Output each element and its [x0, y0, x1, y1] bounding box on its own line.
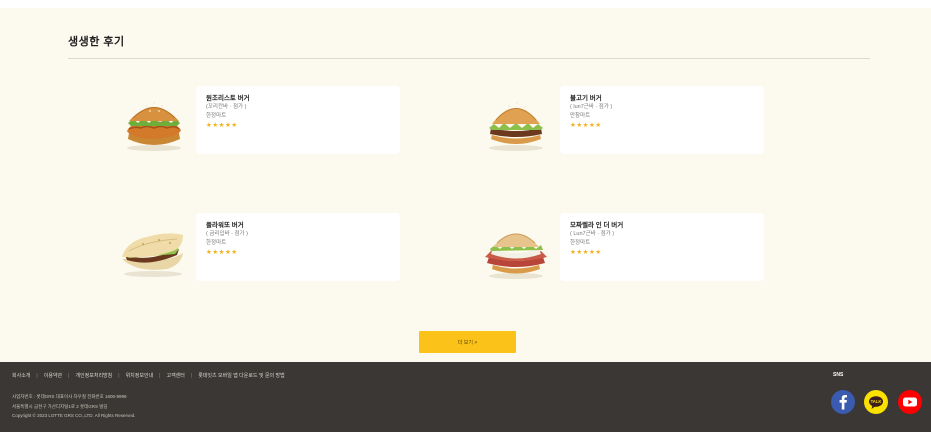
footer-separator: | — [36, 372, 38, 379]
review-author: 한정마트 — [206, 113, 227, 119]
svg-text:TALK: TALK — [871, 399, 882, 404]
review-card[interactable]: 플라워또 버거 ( 금리입바 · 점가 ) 한정마트 ★★★★★ — [196, 213, 400, 281]
facebook-icon[interactable] — [831, 390, 855, 414]
footer-link-privacy[interactable]: 개인정보처리방침 — [75, 372, 112, 379]
review-meta: ( lun7근바 · 점가 ) — [570, 104, 613, 110]
mozzarella-burger-image — [485, 233, 547, 279]
review-card[interactable]: 원조리스토 버거 (꼬리칸바 · 점가 ) 한정마트 ★★★★★ — [196, 86, 400, 154]
site-footer: 회사소개 | 이용약관 | 개인정보처리방침 | 위치정보안내 | 고객센터 |… — [0, 362, 931, 432]
star-rating: ★★★★★ — [206, 122, 238, 129]
review-meta: ( 금리입바 · 점가 ) — [206, 231, 248, 237]
footer-link-location[interactable]: 위치정보안내 — [126, 372, 154, 379]
section-divider — [68, 58, 870, 59]
footer-link-support[interactable]: 고객센터 — [166, 372, 184, 379]
footer-nav: 회사소개 | 이용약관 | 개인정보처리방침 | 위치정보안내 | 고객센터 |… — [12, 372, 285, 380]
company-info: 사업자번호 : 롯데GRS 대표이사 차우철 전화번호 1600-9999 서울… — [12, 392, 136, 421]
review-card[interactable]: 모짜렐라 인 더 버거 ( Lun7근바 · 점가 ) 한정마트 ★★★★★ — [560, 213, 764, 281]
company-address-line: 서울특별시 금천구 가산디지털1로 2 롯데GRS 빌딩 — [12, 403, 108, 409]
sns-label: SNS — [833, 372, 844, 378]
review-author: 한정마트 — [570, 240, 591, 246]
reviews-section: 생생한 후기 원조리스토 버거 (꼬리칸바 · 점가 ) 한정마트 ★★★★★ … — [0, 8, 931, 362]
page: 생생한 후기 원조리스토 버거 (꼬리칸바 · 점가 ) 한정마트 ★★★★★ … — [0, 0, 931, 432]
copyright-line: Copyright © 2023 LOTTE GRS CO.,LTD. All … — [12, 413, 136, 418]
footer-separator: | — [68, 372, 70, 379]
review-product-name: 불고기 버거 — [570, 95, 602, 102]
section-title: 생생한 후기 — [68, 36, 125, 48]
flatbread-burger-image — [122, 233, 183, 277]
kakao-talk-icon[interactable]: TALK — [864, 390, 888, 414]
footer-link-company[interactable]: 회사소개 — [12, 372, 30, 379]
star-rating: ★★★★★ — [206, 249, 238, 256]
bulgogi-burger-image — [489, 102, 543, 151]
company-info-line: 사업자번호 : 롯데GRS 대표이사 차우철 전화번호 1600-9999 — [12, 394, 127, 399]
chicken-burger-image — [127, 102, 181, 151]
review-product-name: 원조리스토 버거 — [206, 95, 250, 102]
review-author: 한정마트 — [206, 240, 227, 246]
star-rating: ★★★★★ — [570, 249, 602, 256]
review-meta: (꼬리칸바 · 점가 ) — [206, 104, 247, 110]
footer-separator: | — [118, 372, 120, 379]
review-author: 만참마트 — [570, 113, 591, 119]
more-reviews-button[interactable]: 더 보기 > — [419, 331, 516, 353]
footer-link-app[interactable]: 롯데잇츠 모바일 앱 다운로드 및 문의 방법 — [198, 372, 285, 379]
review-card[interactable]: 불고기 버거 ( lun7근바 · 점가 ) 만참마트 ★★★★★ — [560, 86, 764, 154]
footer-separator: | — [159, 372, 161, 379]
review-meta: ( Lun7근바 · 점가 ) — [570, 231, 615, 237]
star-rating: ★★★★★ — [570, 122, 602, 129]
review-product-name: 플라워또 버거 — [206, 222, 244, 229]
footer-link-terms[interactable]: 이용약관 — [44, 372, 62, 379]
youtube-icon[interactable] — [898, 390, 922, 414]
footer-separator: | — [190, 372, 193, 379]
review-product-name: 모짜렐라 인 더 버거 — [570, 222, 624, 229]
